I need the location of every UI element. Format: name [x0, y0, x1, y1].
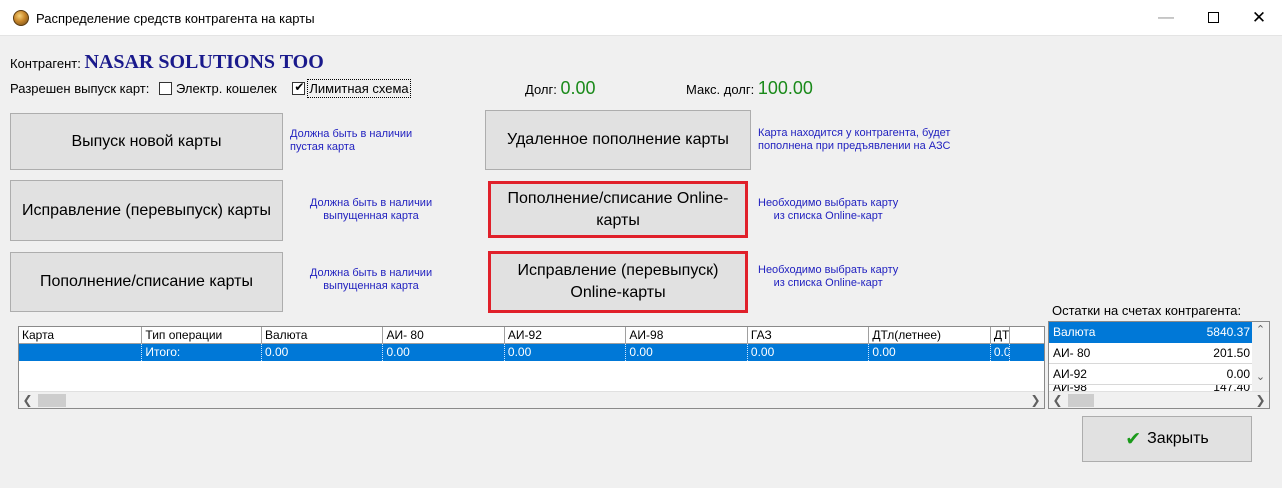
balance-row[interactable]: АИ-92 0.00: [1049, 364, 1254, 385]
remote-topup-button[interactable]: Удаленное пополнение карты: [485, 110, 751, 170]
table-cell: [19, 344, 143, 361]
ewallet-checkbox-label: Электр. кошелек: [175, 81, 277, 96]
balances-title: Остатки на счетах контрагента:: [1052, 303, 1242, 318]
limit-scheme-checkbox-box[interactable]: [292, 80, 306, 95]
column-header[interactable]: АИ-98: [626, 327, 748, 343]
balance-value: 201.50: [1213, 346, 1250, 360]
checkmark-icon: ✔: [1125, 428, 1142, 450]
new-card-hint-line1: Должна быть в наличии: [290, 128, 413, 140]
balance-value: 5840.37: [1206, 325, 1250, 339]
table-cell: 0.00: [626, 344, 748, 361]
close-button-label: Закрыть: [1147, 430, 1209, 447]
balances-hscrollbar[interactable]: ❮ ❯: [1049, 391, 1269, 408]
balance-name: АИ- 80: [1053, 346, 1091, 360]
operations-hscrollbar[interactable]: ❮ ❯: [19, 391, 1044, 408]
topup-card-button[interactable]: Пополнение/списание карты: [10, 252, 283, 312]
limit-scheme-checkbox-label: Лимитная схема: [307, 79, 411, 98]
balance-row[interactable]: Валюта 5840.37: [1049, 322, 1254, 343]
maximize-button[interactable]: [1190, 0, 1236, 36]
debt-label: Долг:: [525, 82, 557, 97]
issue-label: Разрешен выпуск карт:: [10, 81, 150, 96]
column-header[interactable]: Карта: [19, 327, 143, 343]
online-reissue-hint-line2: из списка Online-карт: [773, 277, 883, 289]
online-reissue-button[interactable]: Исправление (перевыпуск) Online-карты: [488, 251, 748, 313]
online-topup-button[interactable]: Пополнение/списание Online-карты: [488, 181, 748, 238]
scroll-left-icon[interactable]: ❮: [19, 392, 36, 408]
scroll-up-icon[interactable]: ⌃: [1252, 322, 1269, 339]
table-row[interactable]: Итого: 0.00 0.00 0.00 0.00 0.00 0.00 0.0: [19, 344, 1044, 361]
topup-hint: Должна быть в наличии выпущенная карта: [290, 267, 452, 293]
table-cell: 0.00: [869, 344, 991, 361]
remote-topup-hint: Карта находится у контрагента, будет поп…: [758, 127, 950, 153]
debt-display: Долг: 0.00: [525, 78, 596, 99]
online-reissue-hint: Необходимо выбрать карту из списка Onlin…: [758, 264, 898, 290]
minimize-button[interactable]: —: [1143, 0, 1189, 36]
contractor-label: Контрагент:: [10, 56, 81, 71]
title-bar: Распределение средств контрагента на кар…: [0, 0, 1282, 36]
scroll-right-icon[interactable]: ❯: [1027, 392, 1044, 408]
column-header[interactable]: ГАЗ: [748, 327, 870, 343]
app-icon: [13, 10, 29, 26]
new-card-hint: Должна быть в наличии пустая карта: [290, 128, 412, 154]
column-header[interactable]: ДТл(летнее): [869, 327, 991, 343]
close-button[interactable]: ✔ Закрыть: [1082, 416, 1252, 462]
operations-table-header: Карта Тип операции Валюта АИ- 80 АИ-92 А…: [19, 327, 1044, 344]
online-topup-hint-line2: из списка Online-карт: [773, 210, 883, 222]
topup-hint-line1: Должна быть в наличии: [309, 267, 433, 279]
scroll-thumb[interactable]: [1068, 394, 1094, 407]
max-debt-label: Макс. долг:: [686, 82, 755, 97]
online-topup-hint: Необходимо выбрать карту из списка Onlin…: [758, 197, 898, 223]
balances-table[interactable]: Валюта 5840.37 АИ- 80 201.50 АИ-92 0.00 …: [1048, 321, 1270, 409]
contractor-row: Контрагент: NASAR SOLUTIONS TOO: [10, 51, 324, 74]
table-cell: 0.00: [383, 344, 505, 361]
window-title: Распределение средств контрагента на кар…: [36, 11, 315, 26]
column-header[interactable]: АИ- 80: [383, 327, 505, 343]
column-header[interactable]: АИ-92: [505, 327, 627, 343]
table-cell: [1010, 344, 1044, 361]
remote-topup-hint-line1: Карта находится у контрагента, будет: [758, 127, 951, 139]
close-window-button[interactable]: ✕: [1236, 0, 1282, 36]
issue-row: Разрешен выпуск карт: Электр. кошелек Ли…: [10, 79, 411, 98]
scroll-right-icon[interactable]: ❯: [1252, 392, 1269, 408]
column-header[interactable]: ДТ: [991, 327, 1011, 343]
scroll-thumb[interactable]: [38, 394, 66, 407]
reissue-card-button[interactable]: Исправление (перевыпуск) карты: [10, 180, 283, 241]
new-card-button[interactable]: Выпуск новой карты: [10, 113, 283, 170]
balance-value: 0.00: [1226, 367, 1250, 381]
table-cell: 0.0: [991, 344, 1011, 361]
table-cell: 0.00: [262, 344, 384, 361]
table-cell: Итого:: [142, 344, 262, 361]
reissue-hint-line2: выпущенная карта: [323, 210, 419, 222]
maximize-icon: [1207, 12, 1219, 24]
scroll-down-icon[interactable]: ⌄: [1252, 369, 1269, 386]
table-cell: 0.00: [505, 344, 627, 361]
ewallet-checkbox-box[interactable]: [158, 82, 172, 95]
reissue-hint: Должна быть в наличии выпущенная карта: [290, 197, 452, 223]
new-card-hint-line2: пустая карта: [290, 141, 355, 153]
remote-topup-hint-line2: пополнена при предъявлении на АЗС: [758, 140, 951, 152]
limit-scheme-checkbox[interactable]: Лимитная схема: [292, 79, 411, 98]
max-debt-value: 100.00: [757, 78, 813, 98]
column-header[interactable]: Тип операции: [142, 327, 262, 343]
max-debt-display: Макс. долг: 100.00: [686, 78, 813, 99]
operations-table[interactable]: Карта Тип операции Валюта АИ- 80 АИ-92 А…: [18, 326, 1045, 409]
column-header[interactable]: Валюта: [262, 327, 384, 343]
debt-value: 0.00: [560, 78, 596, 98]
balance-name: Валюта: [1053, 325, 1096, 339]
topup-hint-line2: выпущенная карта: [323, 280, 419, 292]
scroll-left-icon[interactable]: ❮: [1049, 392, 1066, 408]
balance-name: АИ-92: [1053, 367, 1087, 381]
online-topup-hint-line1: Необходимо выбрать карту: [758, 197, 899, 209]
balance-row[interactable]: АИ- 80 201.50: [1049, 343, 1254, 364]
online-reissue-hint-line1: Необходимо выбрать карту: [758, 264, 899, 276]
table-cell: 0.00: [748, 344, 870, 361]
ewallet-checkbox[interactable]: Электр. кошелек: [158, 81, 277, 96]
reissue-hint-line1: Должна быть в наличии: [309, 197, 433, 209]
contractor-name: NASAR SOLUTIONS TOO: [84, 51, 324, 73]
column-header[interactable]: [1010, 327, 1044, 343]
balances-vscrollbar[interactable]: ⌃ ⌄: [1252, 322, 1269, 391]
